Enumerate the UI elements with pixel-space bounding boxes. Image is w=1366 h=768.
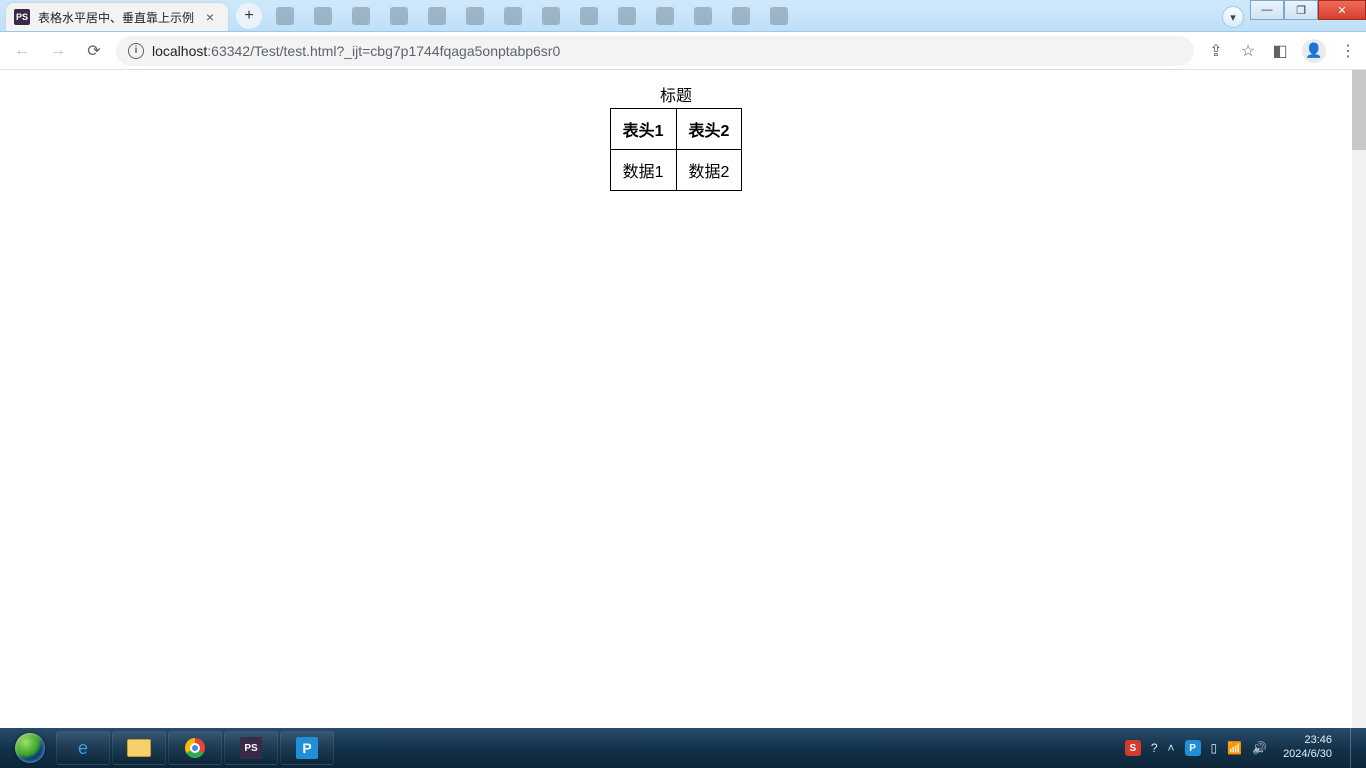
ie-icon: e <box>78 738 88 759</box>
table-caption: 标题 <box>610 82 743 106</box>
table-row: 数据1 数据2 <box>610 150 742 191</box>
table-cell: 数据2 <box>676 150 742 191</box>
system-tray: S ? ˄ P ▯ 📶 🔊 23:46 2024/6/30 <box>1125 728 1360 768</box>
tabstrip: PS 表格水平居中、垂直靠上示例 × + <box>0 0 268 31</box>
tab-favicon: PS <box>14 9 30 25</box>
demo-table-wrap: 标题 表头1 表头2 数据1 数据2 <box>610 82 743 191</box>
clock-date: 2024/6/30 <box>1283 748 1332 762</box>
browser-toolbar: ← → ⟳ i localhost:63342/Test/test.html?_… <box>0 32 1366 70</box>
table-header-row: 表头1 表头2 <box>610 109 742 150</box>
tab-close-icon[interactable]: × <box>202 9 218 25</box>
url-host: localhost <box>152 43 207 59</box>
table-cell: 数据1 <box>610 150 676 191</box>
new-tab-button[interactable]: + <box>236 3 262 29</box>
tray-network-icon[interactable]: 📶 <box>1227 741 1242 755</box>
folder-icon <box>127 739 151 757</box>
chrome-menu-icon[interactable]: ⋮ <box>1338 41 1358 61</box>
clock-time: 23:46 <box>1283 734 1332 748</box>
tray-ime-icon[interactable]: S <box>1125 740 1141 756</box>
table-header-cell: 表头2 <box>676 109 742 150</box>
windows-taskbar: e PS P S ? ˄ P ▯ 📶 🔊 23:46 2024/6/30 <box>0 728 1366 768</box>
phpstorm-icon: PS <box>240 737 262 759</box>
site-info-icon[interactable]: i <box>128 43 144 59</box>
tray-volume-icon[interactable]: 🔊 <box>1252 741 1267 755</box>
chrome-icon <box>185 738 205 758</box>
table-header-cell: 表头1 <box>610 109 676 150</box>
tray-help-icon[interactable]: ? <box>1151 741 1158 755</box>
tab-title: 表格水平居中、垂直靠上示例 <box>38 9 194 26</box>
taskbar-app-p[interactable]: P <box>280 731 334 765</box>
url-path: :63342/Test/test.html?_ijt=cbg7p1744fqag… <box>207 43 560 59</box>
side-panel-icon[interactable]: ◧ <box>1270 41 1290 61</box>
window-close-button[interactable]: ✕ <box>1318 0 1366 20</box>
taskbar-app-ie[interactable]: e <box>56 731 110 765</box>
url-text: localhost:63342/Test/test.html?_ijt=cbg7… <box>152 43 560 59</box>
taskbar-app-explorer[interactable] <box>112 731 166 765</box>
show-desktop-button[interactable] <box>1350 728 1360 768</box>
profile-avatar-icon[interactable]: 👤 <box>1302 39 1326 63</box>
vertical-scrollbar-thumb[interactable] <box>1352 70 1366 150</box>
window-controls: — ❐ ✕ <box>1250 0 1366 20</box>
tray-battery-icon[interactable]: ▯ <box>1211 741 1218 755</box>
page-viewport: 标题 表头1 表头2 数据1 数据2 <box>0 70 1366 728</box>
window-minimize-button[interactable]: — <box>1250 0 1284 20</box>
taskbar-app-chrome[interactable] <box>168 731 222 765</box>
address-bar[interactable]: i localhost:63342/Test/test.html?_ijt=cb… <box>116 36 1194 66</box>
active-tab[interactable]: PS 表格水平居中、垂直靠上示例 × <box>6 3 228 31</box>
start-button[interactable] <box>6 731 54 765</box>
share-icon[interactable]: ⇪ <box>1206 41 1226 61</box>
toolbar-actions: ⇪ ☆ ◧ 👤 ⋮ <box>1206 39 1358 63</box>
taskbar-clock[interactable]: 23:46 2024/6/30 <box>1277 734 1338 762</box>
background-tabs-glimpse <box>268 0 1366 31</box>
window-maximize-button[interactable]: ❐ <box>1284 0 1318 20</box>
tray-chevron-up-icon[interactable]: ˄ <box>1168 741 1175 755</box>
p-app-icon: P <box>296 737 318 759</box>
demo-table: 表头1 表头2 数据1 数据2 <box>610 108 743 191</box>
forward-button[interactable]: → <box>44 37 72 65</box>
windows-orb-icon <box>15 733 45 763</box>
reload-button[interactable]: ⟳ <box>80 37 108 65</box>
tray-p-icon[interactable]: P <box>1185 740 1201 756</box>
back-button[interactable]: ← <box>8 37 36 65</box>
tabs-overflow-button[interactable]: ▾ <box>1222 6 1244 28</box>
bookmark-star-icon[interactable]: ☆ <box>1238 41 1258 61</box>
taskbar-app-phpstorm[interactable]: PS <box>224 731 278 765</box>
browser-titlebar: PS 表格水平居中、垂直靠上示例 × + ▾ — ❐ ✕ <box>0 0 1366 32</box>
